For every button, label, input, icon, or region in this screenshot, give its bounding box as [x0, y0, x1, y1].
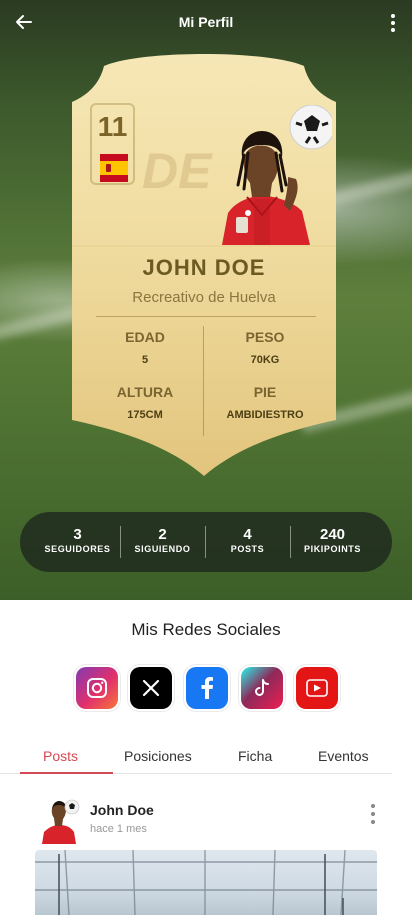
following-label: SIGUIENDO	[134, 544, 191, 554]
tiktok-icon	[255, 679, 269, 696]
player-card[interactable]: 11 DE JOHN DOE Recreativo de Huelva EDAD…	[70, 50, 338, 478]
height-value: 175CM	[127, 409, 163, 421]
post-timestamp: hace 1 mes	[90, 823, 147, 835]
goal-net-image	[35, 850, 377, 915]
dot	[391, 21, 395, 25]
instagram-button[interactable]	[76, 667, 118, 709]
height-label: ALTURA	[116, 384, 174, 400]
post-options-button[interactable]	[368, 804, 378, 824]
profile-hero: Mi Perfil 11 DE JOHN DOE Recreativo de H…	[0, 0, 412, 600]
pikipoints-label: PIKIPOINTS	[303, 544, 361, 554]
followers-stat[interactable]: 3 SEGUIDORES	[35, 526, 120, 555]
following-count: 2	[158, 526, 167, 543]
pikipoints-count: 240	[319, 526, 346, 543]
weight-label: PESO	[245, 329, 285, 345]
post-image[interactable]	[35, 850, 377, 915]
posts-stat[interactable]: 4 POSTS	[205, 526, 290, 555]
youtube-icon	[306, 679, 328, 697]
dot	[391, 28, 395, 32]
tab-events[interactable]: Eventos	[318, 748, 369, 764]
divider	[96, 316, 316, 317]
followers-label: SEGUIDORES	[44, 544, 111, 554]
foot-value: AMBIDIESTRO	[226, 409, 304, 421]
pikipoints-stat[interactable]: 240 PIKIPOINTS	[290, 526, 375, 555]
posts-label: POSTS	[230, 544, 265, 554]
more-options-button[interactable]	[384, 10, 402, 36]
age-value: 5	[141, 354, 149, 366]
active-tab-indicator	[20, 772, 113, 774]
profile-stats-bar: 3 SEGUIDORES 2 SIGUIENDO 4 POSTS 240 PIK…	[20, 512, 392, 572]
post-author-avatar[interactable]	[38, 798, 80, 844]
foot-label: PIE	[253, 384, 277, 400]
player-rating-box: 11	[90, 103, 135, 185]
tiktok-button[interactable]	[241, 667, 283, 709]
weight-value: 70KG	[250, 354, 280, 366]
player-rating: 11	[97, 111, 128, 142]
tab-ficha[interactable]: Ficha	[238, 748, 272, 764]
tab-positions[interactable]: Posiciones	[124, 748, 192, 764]
dot	[371, 820, 375, 824]
followers-count: 3	[73, 526, 82, 543]
top-bar: Mi Perfil	[0, 0, 412, 46]
post-author-name[interactable]: John Doe	[90, 802, 154, 818]
following-stat[interactable]: 2 SIGUIENDO	[120, 526, 205, 555]
x-icon	[142, 679, 160, 697]
page-title: Mi Perfil	[178, 14, 234, 30]
dot	[371, 804, 375, 808]
social-networks-title: Mis Redes Sociales	[131, 620, 281, 639]
player-name: JOHN DOE	[142, 255, 266, 280]
spain-flag-icon	[100, 154, 128, 182]
dot	[391, 14, 395, 18]
age-label: EDAD	[125, 329, 165, 345]
club-name: Recreativo de Huelva	[132, 289, 276, 306]
posts-count: 4	[243, 526, 252, 543]
instagram-icon	[87, 678, 107, 698]
player-photo	[222, 105, 332, 245]
facebook-button[interactable]	[186, 667, 228, 709]
youtube-button[interactable]	[296, 667, 338, 709]
facebook-icon	[201, 677, 213, 699]
tab-posts[interactable]: Posts	[43, 748, 78, 764]
profile-tabs: Posts Posiciones Ficha Eventos	[0, 742, 412, 774]
dot	[371, 812, 375, 816]
x-button[interactable]	[130, 667, 172, 709]
divider	[203, 326, 204, 436]
